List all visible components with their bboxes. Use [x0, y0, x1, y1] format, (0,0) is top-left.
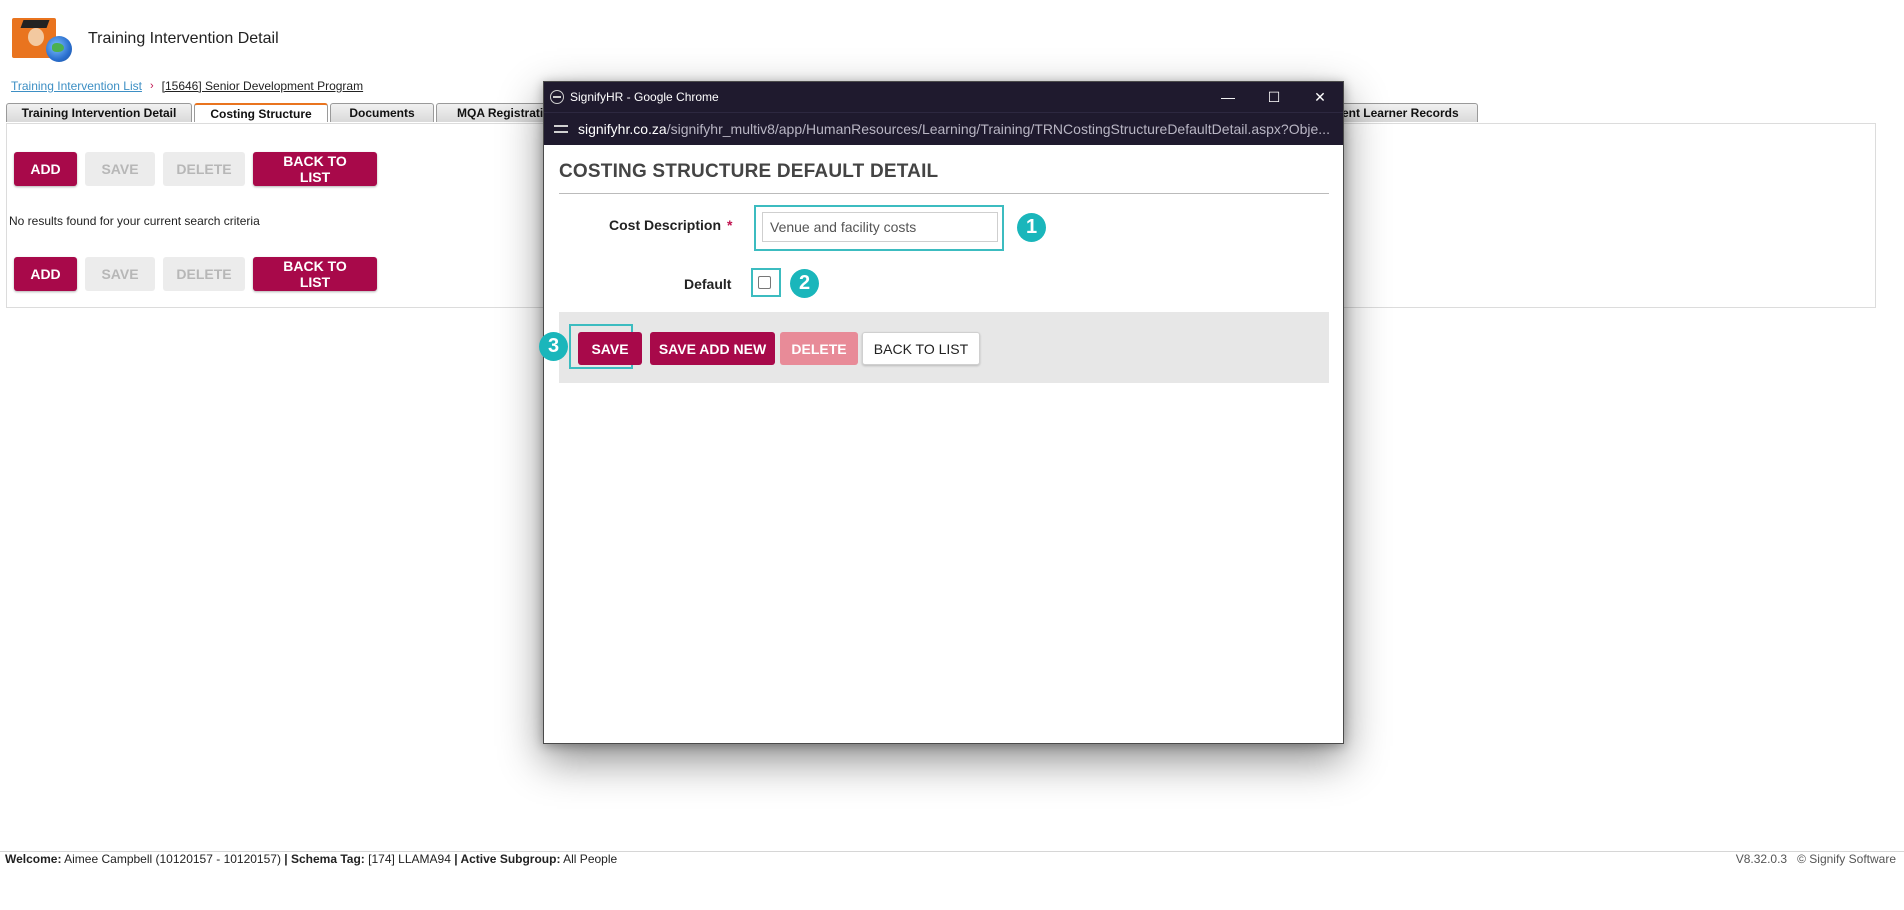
back-to-list-button-popup[interactable]: BACK TO LIST: [862, 332, 980, 365]
page-title: Training Intervention Detail: [88, 30, 279, 47]
required-marker: *: [727, 217, 733, 233]
tab-documents[interactable]: Documents: [330, 103, 434, 122]
window-controls: — ☐ ✕: [1205, 82, 1343, 112]
address-bar[interactable]: signifyhr.co.za/signifyhr_multiv8/app/Hu…: [544, 112, 1343, 145]
breadcrumb: Training Intervention List › [15646] Sen…: [11, 79, 363, 93]
maximize-icon[interactable]: ☐: [1251, 82, 1297, 112]
heading-divider: [559, 193, 1329, 194]
breadcrumb-separator-icon: ›: [149, 80, 154, 92]
welcome-value: Aimee Campbell (10120157 - 10120157): [64, 852, 281, 866]
url-path: /signifyhr_multiv8/app/HumanResources/Le…: [666, 121, 1330, 137]
default-label: Default: [684, 276, 732, 292]
welcome-label: Welcome:: [5, 852, 62, 866]
back-to-list-button-bottom[interactable]: BACK TO LIST: [253, 257, 377, 291]
tab-training-intervention-detail[interactable]: Training Intervention Detail: [6, 103, 192, 122]
cost-description-label-text: Cost Description: [609, 217, 722, 233]
minimize-icon[interactable]: —: [1205, 82, 1251, 112]
step-badge-3: 3: [539, 332, 568, 361]
save-add-new-button[interactable]: SAVE ADD NEW: [650, 332, 775, 365]
tab-strip: Training Intervention Detail Costing Str…: [6, 103, 568, 123]
default-checkbox-highlight: [751, 268, 781, 297]
step-badge-2: 2: [790, 269, 819, 298]
top-button-row: ADD SAVE DELETE BACK TO LIST: [14, 152, 377, 186]
popup-window: SignifyHR - Google Chrome — ☐ ✕ signifyh…: [539, 81, 1344, 744]
save-button-disabled: SAVE: [85, 152, 155, 186]
cost-description-input[interactable]: [762, 212, 998, 242]
globe-icon: [550, 90, 564, 104]
breadcrumb-current[interactable]: [15646] Senior Development Program: [162, 79, 363, 93]
subgroup-label: | Active Subgroup:: [454, 852, 561, 866]
delete-button-bottom-disabled: DELETE: [163, 257, 245, 291]
page-header: Training Intervention Detail: [10, 14, 279, 64]
step-badge-1: 1: [1017, 213, 1046, 242]
schema-value: [174] LLAMA94: [368, 852, 451, 866]
subgroup-value: All People: [563, 852, 618, 866]
schema-label: | Schema Tag:: [284, 852, 365, 866]
window-title: SignifyHR - Google Chrome: [570, 90, 719, 104]
no-results-message: No results found for your current search…: [9, 214, 260, 228]
footer-status: Welcome: Aimee Campbell (10120157 - 1012…: [5, 852, 617, 866]
tab-costing-structure[interactable]: Costing Structure: [194, 103, 328, 122]
copyright-text: © Signify Software: [1797, 852, 1896, 866]
site-settings-icon[interactable]: [554, 122, 568, 136]
save-button[interactable]: SAVE: [578, 332, 642, 365]
add-button[interactable]: ADD: [14, 152, 77, 186]
url-domain: signifyhr.co.za: [578, 121, 667, 137]
cost-description-highlight: [754, 205, 1004, 251]
dialog-heading: COSTING STRUCTURE DEFAULT DETAIL: [559, 161, 939, 182]
footer-version: V8.32.0.3 © Signify Software: [1736, 852, 1896, 866]
add-button-bottom[interactable]: ADD: [14, 257, 77, 291]
window-titlebar[interactable]: SignifyHR - Google Chrome — ☐ ✕: [544, 82, 1343, 112]
action-panel: SAVE SAVE ADD NEW DELETE BACK TO LIST: [559, 312, 1329, 383]
default-checkbox[interactable]: [758, 276, 771, 289]
bottom-button-row: ADD SAVE DELETE BACK TO LIST: [14, 257, 377, 291]
app-logo-icon: [10, 16, 76, 62]
breadcrumb-list-link[interactable]: Training Intervention List: [11, 79, 142, 93]
back-to-list-button[interactable]: BACK TO LIST: [253, 152, 377, 186]
close-icon[interactable]: ✕: [1297, 82, 1343, 112]
version-text: V8.32.0.3: [1735, 852, 1788, 866]
delete-button-disabled: DELETE: [163, 152, 245, 186]
save-button-bottom-disabled: SAVE: [85, 257, 155, 291]
delete-button: DELETE: [780, 332, 858, 365]
cost-description-label: Cost Description *: [609, 217, 732, 233]
